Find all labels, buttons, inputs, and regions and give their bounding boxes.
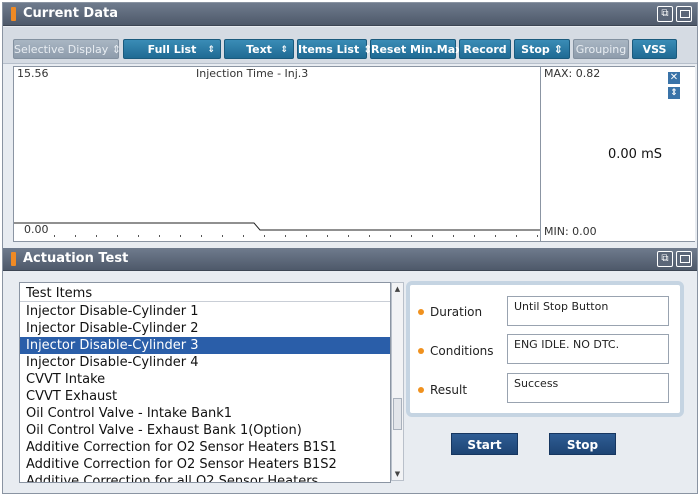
scroll-up-icon[interactable]: ▲ bbox=[392, 283, 403, 295]
restore-icon[interactable]: ⧉ bbox=[657, 251, 673, 267]
list-scrollbar[interactable]: ▲ ▼ bbox=[391, 282, 404, 481]
current-data-toolbar: Selective Display ⇕ Full List ⇕ Text ⇕ Ite… bbox=[3, 27, 697, 64]
full-list-label: Full List bbox=[147, 43, 197, 56]
duration-label: Duration bbox=[418, 305, 482, 319]
test-info-panel: Duration Until Stop Button Conditions EN… bbox=[406, 281, 684, 417]
updown-icon[interactable]: ⇕ bbox=[668, 87, 680, 99]
actuation-test-title: Actuation Test bbox=[23, 251, 129, 266]
full-list-button[interactable]: Full List ⇕ bbox=[123, 39, 221, 59]
injection-time-graph: 15.56 Injection Time - Inj.3 0.00 bbox=[13, 66, 541, 242]
conditions-label-text: Conditions bbox=[430, 344, 494, 358]
list-item[interactable]: CVVT Intake bbox=[20, 371, 390, 388]
text-label: Text bbox=[246, 43, 272, 56]
signal-trace bbox=[14, 222, 540, 231]
list-header: Test Items bbox=[20, 285, 390, 302]
list-item[interactable]: Oil Control Valve - Exhaust Bank 1(Optio… bbox=[20, 422, 390, 439]
result-field: Success bbox=[507, 373, 669, 403]
max-value: MAX: 0.82 bbox=[544, 67, 601, 80]
maximize-icon[interactable] bbox=[676, 6, 692, 22]
result-label: Result bbox=[418, 383, 467, 397]
side-divider bbox=[540, 67, 541, 241]
scroll-thumb[interactable] bbox=[393, 398, 402, 430]
graph-plot bbox=[14, 222, 540, 237]
list-item[interactable]: Injector Disable-Cylinder 4 bbox=[20, 354, 390, 371]
close-graph-icon[interactable]: ✕ bbox=[668, 72, 680, 84]
scroll-down-icon[interactable]: ▼ bbox=[392, 468, 403, 480]
duration-field: Until Stop Button bbox=[507, 296, 669, 326]
selective-display-button[interactable]: Selective Display ⇕ bbox=[13, 39, 122, 59]
conditions-label: Conditions bbox=[418, 344, 494, 358]
reset-min-max-button[interactable]: Reset Min.Max bbox=[370, 39, 462, 59]
bullet-icon bbox=[418, 386, 424, 393]
items-list-button[interactable]: Items List ⇕ bbox=[297, 39, 372, 59]
text-button[interactable]: Text ⇕ bbox=[224, 39, 294, 59]
maximize-icon[interactable] bbox=[676, 251, 692, 267]
current-data-title: Current Data bbox=[23, 6, 118, 21]
grouping-button[interactable]: Grouping bbox=[573, 39, 629, 59]
list-item[interactable]: Injector Disable-Cylinder 1 bbox=[20, 303, 390, 320]
record-button[interactable]: Record bbox=[459, 39, 511, 59]
start-button[interactable]: Start bbox=[451, 433, 518, 455]
graph-side-panel: MAX: 0.82 MIN: 0.00 0.00 mS ✕ ⇕ bbox=[540, 66, 695, 242]
stop-label: Stop bbox=[521, 43, 550, 56]
min-value: MIN: 0.00 bbox=[544, 225, 597, 238]
conditions-field: ENG IDLE. NO DTC. bbox=[507, 334, 669, 364]
current-data-titlebar: Current Data ⧉ bbox=[3, 3, 697, 26]
stop-button[interactable]: Stop ⇕ bbox=[514, 39, 570, 59]
current-value: 0.00 mS bbox=[608, 147, 662, 162]
title-marker-icon bbox=[11, 252, 16, 266]
main-window: Current Data ⧉ Selective Display ⇕ Full … bbox=[2, 2, 698, 494]
list-item[interactable]: CVVT Exhaust bbox=[20, 388, 390, 405]
title-marker-icon bbox=[11, 7, 16, 21]
bullet-icon bbox=[418, 308, 424, 315]
vss-button[interactable]: VSS bbox=[632, 39, 677, 59]
updown-icon: ⇕ bbox=[207, 45, 215, 55]
list-item[interactable]: Additive Correction for O2 Sensor Heater… bbox=[20, 439, 390, 456]
test-items-list[interactable]: Test Items Injector Disable-Cylinder 1 I… bbox=[19, 282, 391, 483]
updown-icon: ⇕ bbox=[280, 45, 288, 55]
duration-label-text: Duration bbox=[430, 305, 483, 319]
result-label-text: Result bbox=[430, 383, 468, 397]
list-item[interactable]: Additive Correction for all O2 Sensor He… bbox=[20, 473, 390, 482]
list-item[interactable]: Additive Correction for O2 Sensor Heater… bbox=[20, 456, 390, 473]
stop-test-button[interactable]: Stop bbox=[549, 433, 616, 455]
updown-icon: ⇕ bbox=[553, 43, 563, 56]
bullet-icon bbox=[418, 347, 424, 354]
items-list-label: Items List bbox=[298, 43, 360, 56]
list-item[interactable]: Oil Control Valve - Intake Bank1 bbox=[20, 405, 390, 422]
updown-icon: ⇕ bbox=[111, 43, 122, 56]
list-item-selected[interactable]: Injector Disable-Cylinder 3 bbox=[20, 337, 390, 354]
actuation-test-titlebar: Actuation Test ⧉ bbox=[3, 248, 697, 271]
restore-icon[interactable]: ⧉ bbox=[657, 6, 673, 22]
selective-display-label: Selective Display bbox=[14, 43, 109, 56]
list-item[interactable]: Injector Disable-Cylinder 2 bbox=[20, 320, 390, 337]
